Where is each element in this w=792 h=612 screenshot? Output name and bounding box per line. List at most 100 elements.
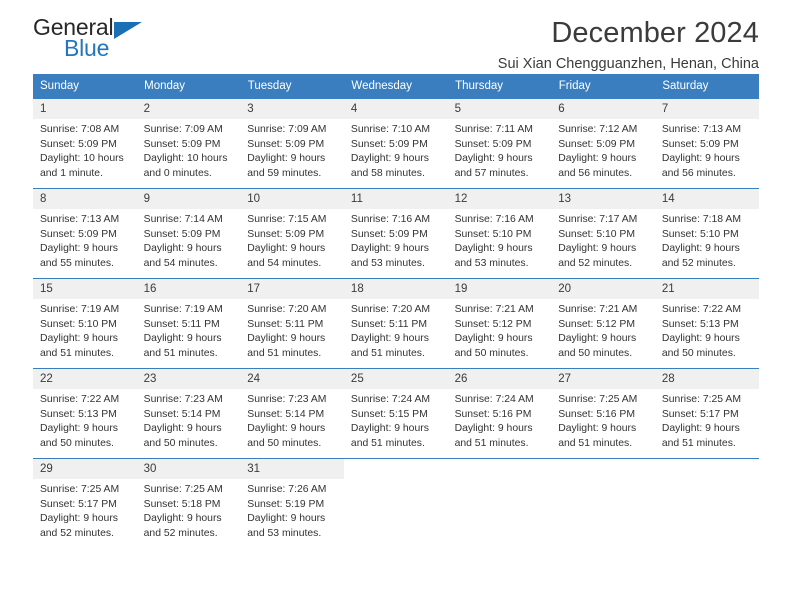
daylight-text-line1: Daylight: 9 hours: [40, 513, 118, 525]
daylight-text-line2: and 52 minutes.: [40, 527, 114, 539]
day-cell[interactable]: 9 Sunrise: 7:14 AM Sunset: 5:09 PM Daylight…: [136, 188, 241, 279]
day-number: 20: [551, 279, 655, 299]
day-cell[interactable]: 25 Sunrise: 7:24 AM Sunset: 5:15 PM Dayligh…: [343, 368, 448, 459]
day-number: 18: [343, 279, 448, 299]
day-details: Sunrise: 7:08 AM Sunset: 5:09 PM Daylight:…: [33, 119, 137, 181]
daylight-text-line2: and 53 minutes.: [247, 527, 322, 539]
sunset-text: Sunset: 5:09 PM: [350, 138, 428, 150]
daylight-text-line2: and 51 minutes.: [454, 437, 529, 449]
day-details: Sunrise: 7:26 AM Sunset: 5:19 PM Daylight:…: [240, 479, 344, 541]
day-cell[interactable]: 27 Sunrise: 7:25 AM Sunset: 5:16 PM Dayligh…: [551, 368, 655, 459]
day-cell[interactable]: 26 Sunrise: 7:24 AM Sunset: 5:16 PM Dayligh…: [447, 368, 552, 459]
day-number: 23: [136, 369, 241, 389]
page-title: December 2024: [551, 17, 759, 49]
sunrise-text: Sunrise: 7:25 AM: [40, 484, 120, 495]
daylight-text-line1: Daylight: 9 hours: [247, 243, 326, 255]
weekday-header-row: Sunday Monday Tuesday Wednesday Thursday…: [33, 74, 759, 99]
daylight-text-line1: Daylight: 9 hours: [454, 153, 533, 165]
brand-logo[interactable]: General Blue: [33, 14, 173, 70]
day-cell[interactable]: 6 Sunrise: 7:12 AM Sunset: 5:09 PM Daylight…: [551, 98, 655, 189]
day-details: Sunrise: 7:25 AM Sunset: 5:18 PM Daylight:…: [137, 479, 241, 541]
sunrise-text: Sunrise: 7:19 AM: [40, 304, 120, 315]
day-details: Sunrise: 7:09 AM Sunset: 5:09 PM Daylight:…: [137, 119, 241, 181]
daylight-text-line2: and 51 minutes.: [40, 347, 114, 359]
daylight-text-line2: and 54 minutes.: [247, 257, 322, 269]
day-details: Sunrise: 7:23 AM Sunset: 5:14 PM Daylight:…: [240, 389, 344, 451]
sunrise-text: Sunrise: 7:14 AM: [143, 214, 223, 225]
day-cell[interactable]: 2 Sunrise: 7:09 AM Sunset: 5:09 PM Daylight…: [136, 98, 241, 189]
day-number: [447, 459, 552, 479]
day-number: 13: [551, 189, 655, 209]
day-details: [551, 479, 655, 541]
day-cell[interactable]: 29 Sunrise: 7:25 AM Sunset: 5:17 PM Dayligh…: [33, 458, 137, 549]
daylight-text-line1: Daylight: 9 hours: [143, 333, 222, 345]
day-cell[interactable]: 16 Sunrise: 7:19 AM Sunset: 5:11 PM Dayligh…: [136, 278, 241, 369]
day-cell[interactable]: 4 Sunrise: 7:10 AM Sunset: 5:09 PM Daylight…: [343, 98, 448, 189]
day-details: Sunrise: 7:16 AM Sunset: 5:09 PM Daylight:…: [344, 209, 448, 271]
day-details: [448, 479, 552, 541]
day-details: Sunrise: 7:09 AM Sunset: 5:09 PM Daylight:…: [240, 119, 344, 181]
day-cell[interactable]: 7 Sunrise: 7:13 AM Sunset: 5:09 PM Daylight…: [654, 98, 759, 189]
daylight-text-line2: and 54 minutes.: [143, 257, 218, 269]
day-cell[interactable]: 21 Sunrise: 7:22 AM Sunset: 5:13 PM Dayligh…: [654, 278, 759, 369]
daylight-text-line2: and 56 minutes.: [661, 167, 736, 179]
day-number: 6: [551, 99, 655, 119]
day-cell[interactable]: 24 Sunrise: 7:23 AM Sunset: 5:14 PM Dayligh…: [240, 368, 344, 459]
day-cell[interactable]: 13 Sunrise: 7:17 AM Sunset: 5:10 PM Dayligh…: [551, 188, 655, 279]
sunset-text: Sunset: 5:10 PM: [40, 318, 117, 330]
daylight-text-line2: and 50 minutes.: [143, 437, 218, 449]
day-details: Sunrise: 7:14 AM Sunset: 5:09 PM Daylight:…: [137, 209, 241, 271]
day-cell[interactable]: 8 Sunrise: 7:13 AM Sunset: 5:09 PM Daylight…: [33, 188, 137, 279]
sunset-text: Sunset: 5:10 PM: [558, 228, 636, 240]
daylight-text-line2: and 0 minutes.: [143, 167, 212, 179]
sunset-text: Sunset: 5:09 PM: [40, 138, 117, 150]
day-cell[interactable]: 22 Sunrise: 7:22 AM Sunset: 5:13 PM Dayligh…: [33, 368, 137, 459]
sunset-text: Sunset: 5:18 PM: [143, 498, 221, 510]
day-cell[interactable]: 19 Sunrise: 7:21 AM Sunset: 5:12 PM Dayligh…: [447, 278, 552, 369]
day-cell[interactable]: 1 Sunrise: 7:08 AM Sunset: 5:09 PM Daylight…: [33, 98, 137, 189]
day-details: Sunrise: 7:19 AM Sunset: 5:10 PM Daylight:…: [33, 299, 137, 361]
day-cell[interactable]: 3 Sunrise: 7:09 AM Sunset: 5:09 PM Daylight…: [240, 98, 344, 189]
sunrise-text: Sunrise: 7:25 AM: [143, 484, 223, 495]
daylight-text-line1: Daylight: 9 hours: [350, 423, 429, 435]
day-number: 30: [136, 459, 241, 479]
day-cell[interactable]: 20 Sunrise: 7:21 AM Sunset: 5:12 PM Dayligh…: [551, 278, 655, 369]
sunrise-text: Sunrise: 7:22 AM: [40, 394, 120, 405]
weekday-header-saturday: Saturday: [654, 74, 759, 99]
daylight-text-line2: and 55 minutes.: [40, 257, 114, 269]
day-number: 3: [240, 99, 344, 119]
sunset-text: Sunset: 5:16 PM: [454, 408, 532, 420]
sunrise-text: Sunrise: 7:08 AM: [40, 124, 120, 135]
weekday-header-thursday: Thursday: [447, 74, 552, 99]
day-number: 22: [33, 369, 137, 389]
daylight-text-line2: and 56 minutes.: [558, 167, 633, 179]
sunrise-text: Sunrise: 7:17 AM: [558, 214, 638, 225]
day-cell[interactable]: 10 Sunrise: 7:15 AM Sunset: 5:09 PM Dayligh…: [240, 188, 344, 279]
daylight-text-line1: Daylight: 9 hours: [661, 423, 740, 435]
day-cell[interactable]: 15 Sunrise: 7:19 AM Sunset: 5:10 PM Dayligh…: [33, 278, 137, 369]
day-details: Sunrise: 7:25 AM Sunset: 5:16 PM Daylight:…: [551, 389, 655, 451]
sunset-text: Sunset: 5:13 PM: [661, 318, 739, 330]
day-cell[interactable]: 11 Sunrise: 7:16 AM Sunset: 5:09 PM Dayligh…: [343, 188, 448, 279]
day-cell[interactable]: 30 Sunrise: 7:25 AM Sunset: 5:18 PM Dayligh…: [136, 458, 241, 549]
day-cell[interactable]: 28 Sunrise: 7:25 AM Sunset: 5:17 PM Dayligh…: [654, 368, 759, 459]
day-cell[interactable]: 23 Sunrise: 7:23 AM Sunset: 5:14 PM Dayligh…: [136, 368, 241, 459]
day-cell[interactable]: 17 Sunrise: 7:20 AM Sunset: 5:11 PM Dayligh…: [240, 278, 344, 369]
daylight-text-line1: Daylight: 9 hours: [661, 333, 740, 345]
daylight-text-line2: and 51 minutes.: [143, 347, 218, 359]
day-cell[interactable]: 31 Sunrise: 7:26 AM Sunset: 5:19 PM Dayligh…: [240, 458, 344, 549]
day-cell[interactable]: 18 Sunrise: 7:20 AM Sunset: 5:11 PM Dayligh…: [343, 278, 448, 369]
sunrise-text: Sunrise: 7:20 AM: [247, 304, 327, 315]
day-cell[interactable]: 12 Sunrise: 7:16 AM Sunset: 5:10 PM Dayligh…: [447, 188, 552, 279]
calendar-week-row: 15 Sunrise: 7:19 AM Sunset: 5:10 PM Dayligh…: [33, 278, 759, 369]
day-number: 29: [33, 459, 137, 479]
daylight-text-line2: and 51 minutes.: [247, 347, 322, 359]
sunset-text: Sunset: 5:19 PM: [247, 498, 325, 510]
sunset-text: Sunset: 5:11 PM: [350, 318, 427, 330]
sunrise-text: Sunrise: 7:09 AM: [143, 124, 223, 135]
day-details: Sunrise: 7:17 AM Sunset: 5:10 PM Daylight:…: [551, 209, 655, 271]
day-cell[interactable]: 14 Sunrise: 7:18 AM Sunset: 5:10 PM Dayligh…: [654, 188, 759, 279]
day-number: [654, 459, 759, 479]
day-cell[interactable]: 5 Sunrise: 7:11 AM Sunset: 5:09 PM Daylight…: [447, 98, 552, 189]
day-number: 27: [551, 369, 655, 389]
